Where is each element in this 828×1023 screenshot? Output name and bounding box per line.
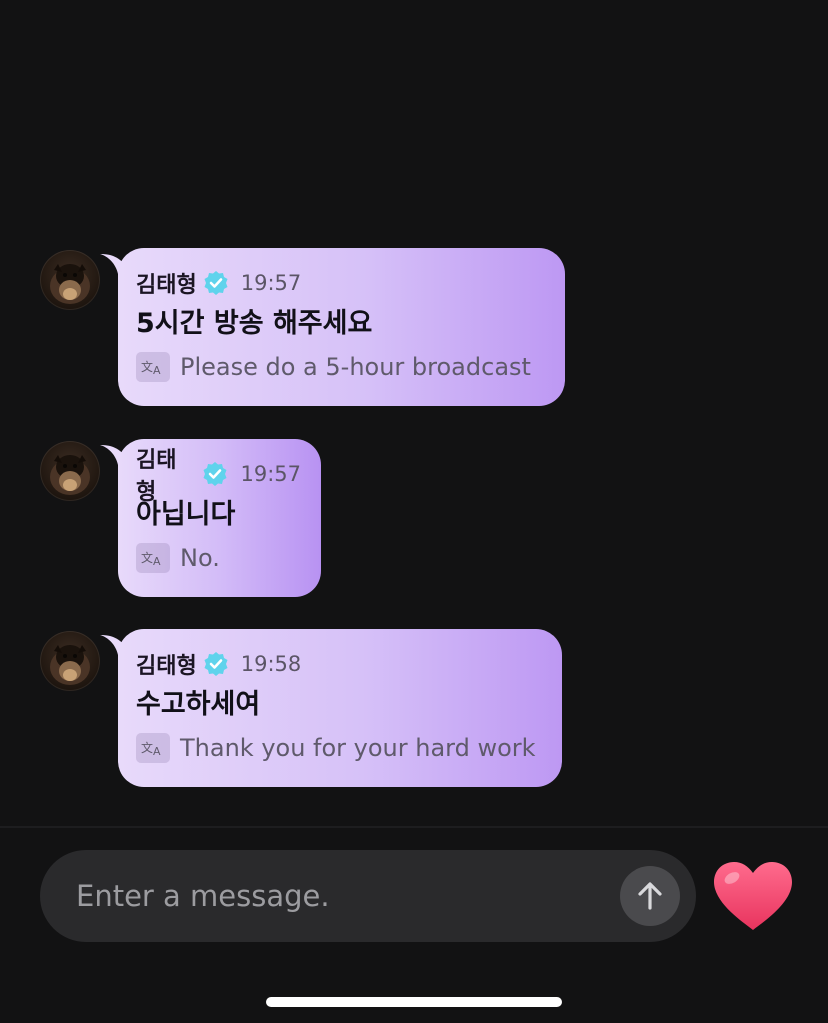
- translation-text: No.: [180, 544, 220, 572]
- verified-badge-icon: [203, 270, 229, 296]
- message-time: 19:58: [240, 652, 302, 676]
- verified-badge-icon: [202, 461, 228, 487]
- svg-text:A: A: [153, 364, 161, 377]
- message-text: 아닙니다: [136, 499, 236, 530]
- message-time: 19:57: [240, 462, 301, 486]
- translation-row: 文 A No.: [136, 543, 301, 573]
- translation-text: Thank you for your hard work: [180, 734, 536, 762]
- message-bubble[interactable]: 김태형 19:57 아닙니다 文 A No.: [118, 439, 321, 597]
- svg-text:文: 文: [141, 550, 153, 565]
- send-button[interactable]: [620, 866, 680, 926]
- message-bubble[interactable]: 김태형 19:57 5시간 방송 해주세요 文 A Please do a 5-…: [118, 248, 565, 406]
- message-time: 19:57: [240, 271, 302, 295]
- arrow-up-icon: [638, 882, 662, 910]
- translate-icon[interactable]: 文 A: [136, 543, 170, 573]
- translation-row: 文 A Please do a 5-hour broadcast: [136, 352, 545, 382]
- message-header: 김태형 19:57: [136, 448, 301, 505]
- sender-avatar[interactable]: [40, 441, 100, 501]
- translate-icon[interactable]: 文 A: [136, 733, 170, 763]
- chat-screen: 김태형 19:57 5시간 방송 해주세요 文 A Please do a 5-…: [0, 0, 828, 1023]
- composer-divider: [0, 826, 828, 828]
- heart-reaction-button[interactable]: [710, 858, 796, 934]
- svg-text:文: 文: [141, 740, 153, 755]
- message-composer: [40, 850, 696, 942]
- sender-name[interactable]: 김태형: [136, 267, 197, 299]
- verified-badge-icon: [203, 651, 229, 677]
- svg-text:文: 文: [141, 359, 153, 374]
- home-indicator[interactable]: [266, 997, 562, 1007]
- svg-text:A: A: [153, 745, 161, 758]
- sender-avatar[interactable]: [40, 631, 100, 691]
- translation-row: 文 A Thank you for your hard work: [136, 733, 542, 763]
- svg-text:A: A: [153, 555, 161, 568]
- message-bubble[interactable]: 김태형 19:58 수고하세여 文 A Thank you for your h…: [118, 629, 562, 787]
- message-input[interactable]: [76, 850, 596, 942]
- message-header: 김태형 19:58: [136, 648, 542, 680]
- sender-avatar[interactable]: [40, 250, 100, 310]
- message-text: 수고하세여: [136, 689, 261, 720]
- translation-text: Please do a 5-hour broadcast: [180, 353, 531, 381]
- translate-icon[interactable]: 文 A: [136, 352, 170, 382]
- message-header: 김태형 19:57: [136, 267, 545, 299]
- message-text: 5시간 방송 해주세요: [136, 308, 373, 339]
- sender-name[interactable]: 김태형: [136, 648, 197, 680]
- heart-icon: [714, 862, 792, 930]
